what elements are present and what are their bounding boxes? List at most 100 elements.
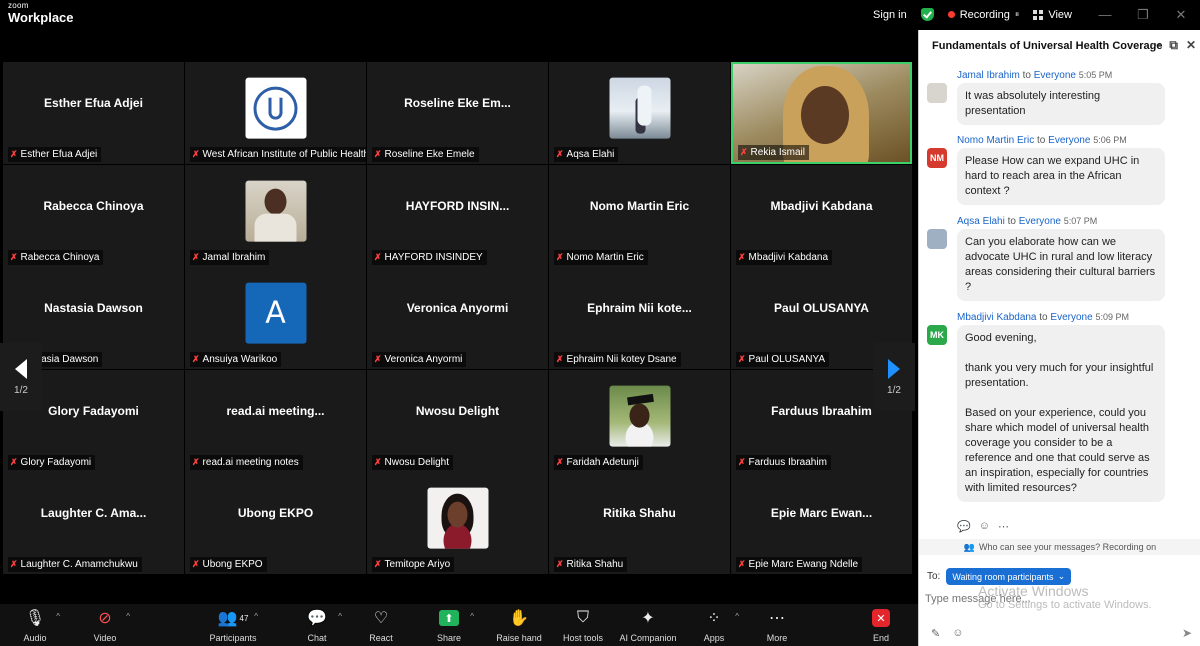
chat-message-list[interactable]: Jamal Ibrahim to Everyone 5:05 PM It was … <box>919 68 1200 538</box>
chat-message[interactable]: Aqsa Elahi to Everyone 5:07 PM Can you el… <box>927 214 1200 301</box>
sender-avatar[interactable]: MK <box>927 325 947 345</box>
microphone-icon: 🎙 <box>24 610 46 627</box>
participant-tile[interactable]: Nwosu Delight ✗ Nwosu Delight <box>367 370 548 472</box>
video-caret-icon[interactable]: ^ <box>126 612 130 621</box>
message-sender[interactable]: Nomo Martin Eric <box>957 135 1034 146</box>
maximize-icon[interactable]: ❐ <box>1124 7 1162 23</box>
participant-tile[interactable]: HAYFORD INSIN... ✗ HAYFORD INSINDEY <box>367 165 548 267</box>
participant-tile[interactable]: Mbadjivi Kabdana ✗ Mbadjivi Kabdana <box>731 165 912 267</box>
participant-tile[interactable]: A ✗ Ansuiya Warikoo <box>185 267 366 369</box>
muted-mic-icon: ✗ <box>10 457 18 467</box>
send-icon[interactable]: ➤ <box>1182 626 1192 640</box>
more-options-icon[interactable]: ⋯ <box>1149 38 1161 53</box>
participant-name: Jamal Ibrahim <box>202 252 266 263</box>
chat-message-input[interactable] <box>925 590 1185 608</box>
minimize-icon[interactable]: — <box>1086 7 1124 22</box>
end-meeting-button[interactable]: ✕ End <box>846 608 916 643</box>
page-indicator-left: 1/2 <box>14 384 28 396</box>
video-button[interactable]: ⊘ ^ Video <box>70 608 140 643</box>
message-to-word: to <box>1007 216 1016 227</box>
muted-mic-icon: ✗ <box>374 559 382 569</box>
participant-tile[interactable]: ✗ Jamal Ibrahim <box>185 165 366 267</box>
pop-out-icon[interactable]: ⧉ <box>1169 38 1178 53</box>
title-bar: zoom Workplace Sign in Recording ⏸ View … <box>0 0 1200 29</box>
host-tools-button[interactable]: ⛉ Host tools <box>548 608 618 643</box>
chat-message[interactable]: Mbadjivi Kabdana to Everyone 5:09 PM MK Go… <box>927 310 1200 502</box>
encryption-shield-icon[interactable] <box>920 8 934 21</box>
participant-tile[interactable]: Veronica Anyormi ✗ Veronica Anyormi <box>367 267 548 369</box>
participant-tile[interactable]: Esther Efua Adjei ✗ Esther Efua Adjei <box>3 62 184 164</box>
participant-tile[interactable]: ✗ Faridah Adetunji <box>549 370 730 472</box>
muted-mic-icon: ✗ <box>10 559 18 569</box>
apps-button[interactable]: ⁘ ^ Apps <box>679 608 749 643</box>
raise-hand-button[interactable]: ✋ Raise hand <box>484 608 554 643</box>
participant-display-name: Nwosu Delight <box>415 404 500 418</box>
view-button[interactable]: View <box>1033 9 1072 21</box>
message-sender[interactable]: Aqsa Elahi <box>957 216 1005 227</box>
share-button[interactable]: ⬆ ^ Share <box>414 608 484 643</box>
message-sender[interactable]: Mbadjivi Kabdana <box>957 312 1037 323</box>
chat-message[interactable]: Jamal Ibrahim to Everyone 5:05 PM It was … <box>927 68 1200 125</box>
profile-photo <box>609 77 670 139</box>
recording-indicator[interactable]: Recording ⏸ <box>947 9 1020 21</box>
participant-name: Laughter C. Amamchukwu <box>20 559 138 570</box>
participant-tile[interactable]: read.ai meeting... ✗ read.ai meeting notes <box>185 370 366 472</box>
share-caret-icon[interactable]: ^ <box>470 612 474 621</box>
participant-name-label: ✗ Mbadjivi Kabdana <box>736 250 833 265</box>
react-button[interactable]: ♡ React <box>346 608 416 643</box>
participant-name: Temitope Ariyo <box>384 559 451 570</box>
chat-message[interactable]: Nomo Martin Eric to Everyone 5:06 PM NM Pl… <box>927 133 1200 205</box>
sign-in-button[interactable]: Sign in <box>873 9 907 21</box>
participant-name-label: ✗ Rekia Ismail <box>738 145 810 160</box>
participants-caret-icon[interactable]: ^ <box>254 612 258 621</box>
more-button[interactable]: ⋯ More <box>742 608 812 643</box>
sender-avatar[interactable] <box>927 229 947 249</box>
participant-tile[interactable]: ✗ Rekia Ismail <box>731 62 912 164</box>
participants-button[interactable]: 👥 47 ^ Participants <box>198 608 268 643</box>
reply-icon[interactable]: 💬 <box>957 520 971 533</box>
participant-tile[interactable]: Laughter C. Ama... ✗ Laughter C. Amamchukw… <box>3 472 184 574</box>
emoji-reaction-icon[interactable]: ☺ <box>979 520 990 533</box>
participant-tile[interactable]: Ephraim Nii kote... ✗ Ephraim Nii kotey Ds… <box>549 267 730 369</box>
participant-tile[interactable]: ✗ West African Institute of Public Health <box>185 62 366 164</box>
next-page-button[interactable]: 1/2 <box>873 343 915 411</box>
end-label: End <box>872 633 889 643</box>
participant-tile[interactable]: Rabecca Chinoya ✗ Rabecca Chinoya <box>3 165 184 267</box>
participant-name-label: ✗ Ansuiya Warikoo <box>190 352 282 367</box>
participant-tile[interactable]: Ubong EKPO ✗ Ubong EKPO <box>185 472 366 574</box>
message-text: Can you elaborate how can we advocate UH… <box>965 236 1156 293</box>
message-more-icon[interactable]: ⋯ <box>998 520 1009 533</box>
audio-button[interactable]: 🎙 ^ Audio <box>0 608 70 643</box>
audio-caret-icon[interactable]: ^ <box>56 612 60 621</box>
participant-tile[interactable]: Nomo Martin Eric ✗ Nomo Martin Eric <box>549 165 730 267</box>
participant-tile[interactable]: ✗ Aqsa Elahi <box>549 62 730 164</box>
recipient-dropdown[interactable]: Waiting room participants ⌄ <box>946 568 1072 585</box>
profile-photo <box>245 180 306 242</box>
apps-caret-icon[interactable]: ^ <box>735 612 739 621</box>
previous-page-button[interactable]: 1/2 <box>0 343 42 411</box>
apps-icon: ⁘ <box>707 610 721 627</box>
message-sender[interactable]: Jamal Ibrahim <box>957 70 1020 81</box>
emoji-icon[interactable]: ☺ <box>952 627 963 640</box>
participant-name: Faridah Adetunji <box>566 457 639 468</box>
close-window-icon[interactable]: ✕ <box>1162 7 1200 23</box>
ai-companion-button[interactable]: ✦ AI Companion <box>613 608 683 643</box>
participant-tile[interactable]: Roseline Eke Em... ✗ Roseline Eke Emele <box>367 62 548 164</box>
message-text: Good evening, <box>965 332 1037 344</box>
recording-controls-icon[interactable]: ⏸ <box>1015 9 1020 20</box>
message-recipient: Everyone <box>1033 70 1076 81</box>
chat-caret-icon[interactable]: ^ <box>338 612 342 621</box>
chat-button[interactable]: 💬 ^ Chat <box>282 608 352 643</box>
participant-tile[interactable]: Ritika Shahu ✗ Ritika Shahu <box>549 472 730 574</box>
close-chat-icon[interactable]: ✕ <box>1186 38 1196 53</box>
participant-display-name: Ephraim Nii kote... <box>587 301 692 315</box>
participant-display-name: Esther Efua Adjei <box>44 96 143 110</box>
privacy-notice[interactable]: 👥 Who can see your messages? Recording o… <box>919 539 1200 555</box>
chevron-down-icon: ⌄ <box>1057 571 1066 581</box>
sender-avatar[interactable] <box>927 83 947 103</box>
chat-title: Fundamentals of Universal Health Coverag… <box>932 40 1163 52</box>
sender-avatar[interactable]: NM <box>927 148 947 168</box>
participant-tile[interactable]: ✗ Temitope Ariyo <box>367 472 548 574</box>
participant-tile[interactable]: Epie Marc Ewan... ✗ Epie Marc Ewang Ndelle <box>731 472 912 574</box>
format-icon[interactable]: ✎ <box>931 627 940 640</box>
